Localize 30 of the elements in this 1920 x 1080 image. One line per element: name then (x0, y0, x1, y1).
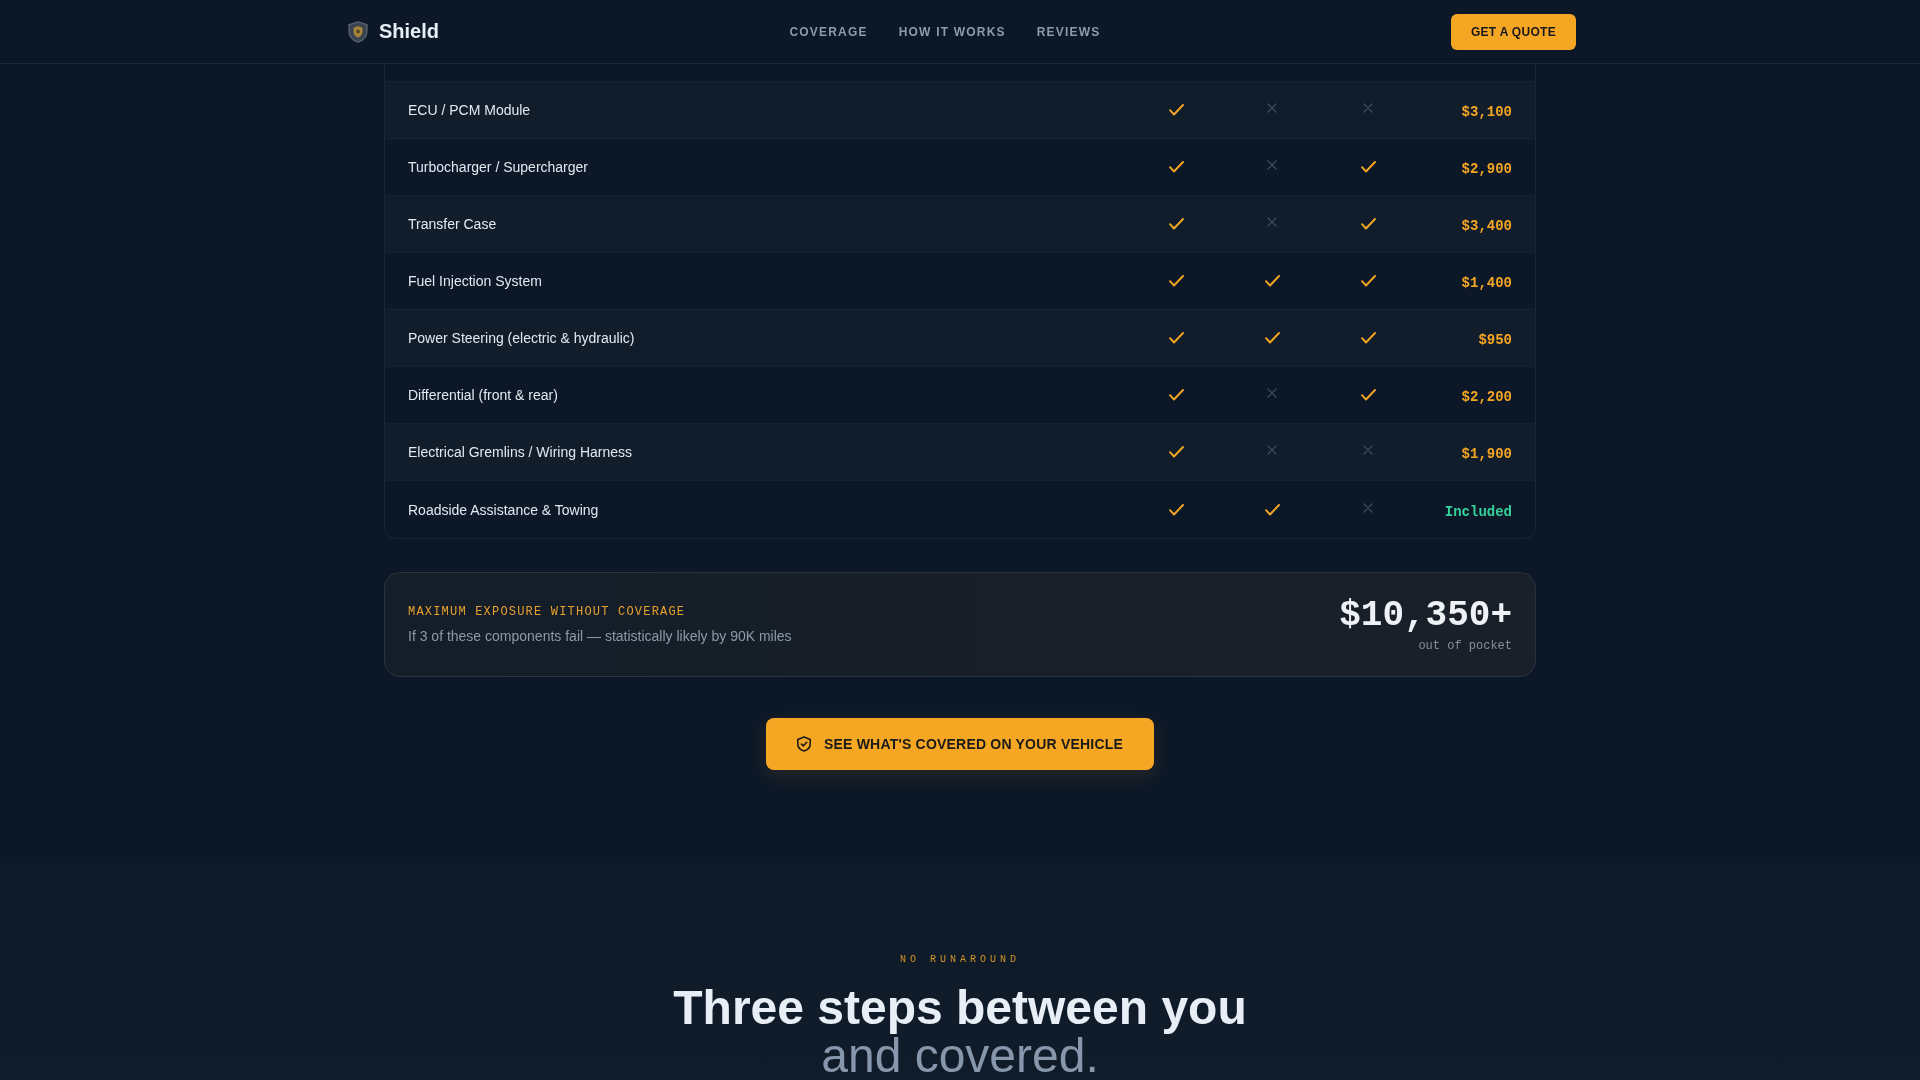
cost-amount: $950 (1478, 332, 1512, 348)
section-eyebrow: NO RUNAROUND (900, 953, 1020, 967)
component-name: Fuel Injection System (408, 273, 542, 289)
shield-check-icon (797, 736, 811, 752)
component-name: Electrical Gremlins / Wiring Harness (408, 444, 633, 460)
cost-amount: $1,900 (1461, 446, 1512, 462)
component-name: Transfer Case (408, 216, 497, 232)
nav-link[interactable]: HOW IT WORKS (898, 24, 1006, 39)
cost-amount: $3,400 (1461, 218, 1512, 234)
exposure-caption: out of pocket (1418, 637, 1512, 654)
cost-amount: $3,100 (1461, 104, 1512, 120)
shield-icon (348, 20, 368, 43)
component-name: Roadside Assistance & Towing (408, 501, 599, 518)
brand-name: Shield (379, 20, 439, 43)
component-name: Power Steering (electric & hydraulic) (408, 330, 635, 346)
cost-amount: $2,900 (1461, 161, 1512, 177)
cost-amount: Included (1444, 503, 1512, 520)
nav-link[interactable]: REVIEWS (1036, 24, 1101, 39)
see-coverage-button[interactable]: SEE WHAT'S COVERED ON YOUR VEHICLE (766, 718, 1154, 770)
component-name: Turbocharger / Supercharger (408, 159, 589, 175)
component-name: ECU / PCM Module (408, 102, 531, 118)
exposure-note: If 3 of these components fail — statistically likely by 90K miles (408, 627, 792, 645)
nav-link[interactable]: COVERAGE (789, 24, 868, 39)
get-a-quote-button[interactable]: GET A QUOTE (1450, 13, 1576, 50)
exposure-amount: $10,350+ (1339, 595, 1512, 636)
component-name: Differential (front & rear) (408, 387, 558, 403)
section-heading: Three steps between you (673, 984, 1247, 1032)
cost-amount: $2,200 (1461, 389, 1512, 405)
cost-amount: $1,400 (1461, 275, 1512, 291)
exposure-label: MAXIMUM EXPOSURE WITHOUT COVERAGE (408, 604, 686, 620)
